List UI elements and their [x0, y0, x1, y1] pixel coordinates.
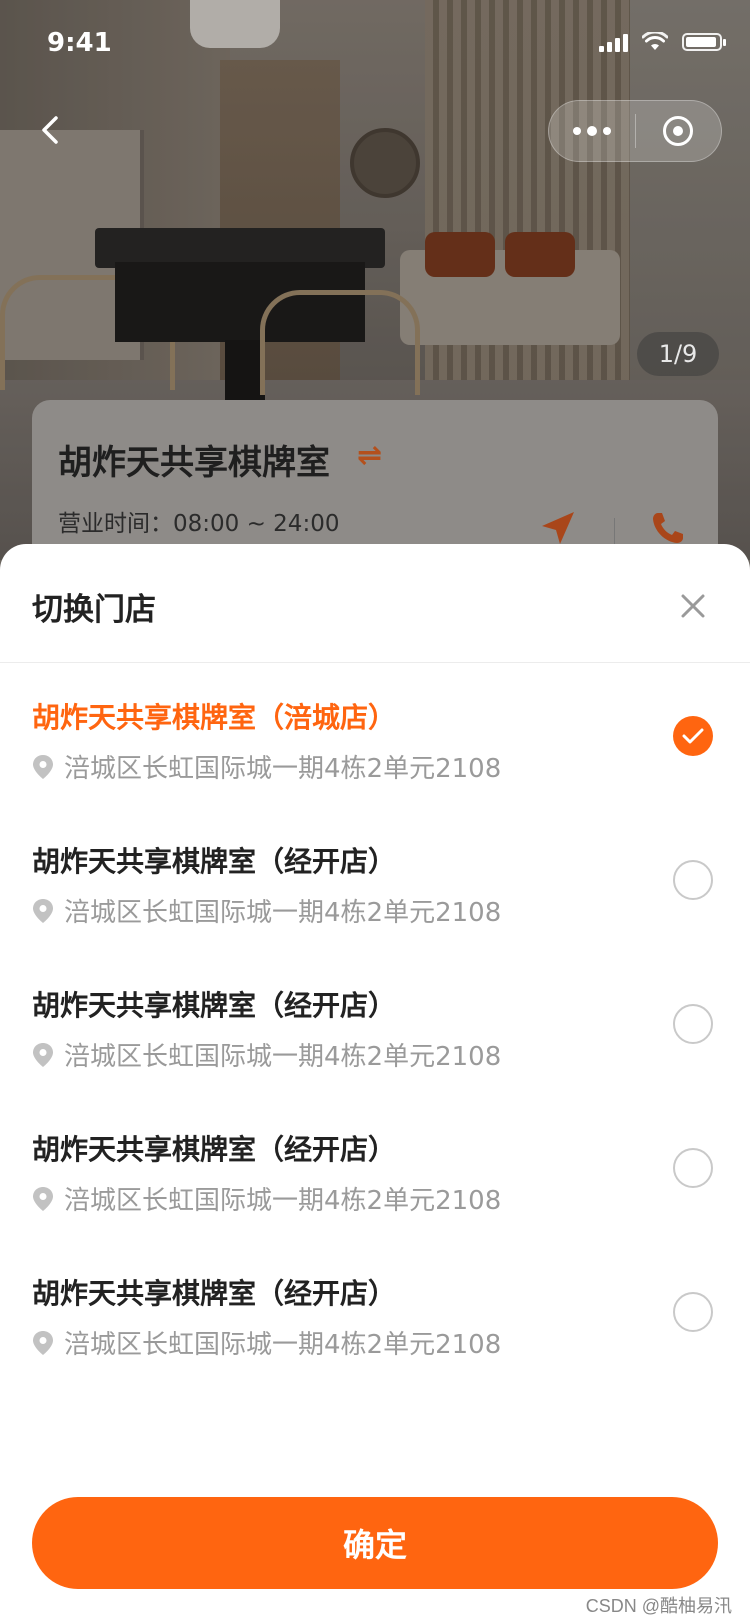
back-icon [42, 116, 58, 144]
location-pin-icon [33, 1042, 53, 1067]
business-hours: 营业时间：08:00 ~ 24:00 [58, 511, 340, 537]
store-option-address: 涪城区长虹国际城一期4栋2单元2108 [32, 748, 501, 785]
store-list: 胡炸天共享棋牌室（涪城店） 涪城区长虹国际城一期4栋2单元2108 胡炸天共享棋… [0, 664, 750, 1384]
location-pin-icon [33, 898, 53, 923]
store-option-name: 胡炸天共享棋牌室（经开店） [32, 845, 397, 878]
store-option-address: 涪城区长虹国际城一期4栋2单元2108 [32, 1036, 501, 1073]
store-name: 胡炸天共享棋牌室 [58, 443, 330, 483]
status-time: 9:41 [47, 28, 112, 58]
location-pin-icon [33, 1330, 53, 1355]
close-button[interactable] [675, 588, 711, 624]
image-counter: 1/9 [637, 332, 719, 376]
watermark: CSDN @酷柚易汛 [585, 1596, 732, 1616]
close-icon [681, 594, 705, 618]
radio-unselected[interactable] [673, 1148, 713, 1188]
swap-icon[interactable]: ⇌ [357, 438, 382, 473]
radio-unselected[interactable] [673, 1292, 713, 1332]
more-dots-icon [572, 125, 611, 136]
confirm-button[interactable]: 确定 [32, 1497, 718, 1589]
mini-program-capsule [548, 100, 722, 162]
store-option[interactable]: 胡炸天共享棋牌室（经开店） 涪城区长虹国际城一期4栋2单元2108 [0, 952, 750, 1096]
more-button[interactable] [549, 101, 635, 161]
status-icons [599, 32, 726, 52]
close-miniprogram-button[interactable] [636, 101, 722, 161]
signal-icon [599, 32, 628, 52]
store-option[interactable]: 胡炸天共享棋牌室（经开店） 涪城区长虹国际城一期4栋2单元2108 [0, 808, 750, 952]
store-option-name: 胡炸天共享棋牌室（经开店） [32, 989, 397, 1022]
divider [0, 662, 750, 663]
store-option-address: 涪城区长虹国际城一期4栋2单元2108 [32, 1180, 501, 1217]
sheet-title: 切换门店 [32, 592, 156, 628]
switch-store-sheet: 切换门店 胡炸天共享棋牌室（涪城店） 涪城区长虹国际城一期4栋2单元2108 胡… [0, 544, 750, 1624]
target-icon [663, 116, 694, 146]
check-icon [682, 728, 704, 744]
store-option-name: 胡炸天共享棋牌室（涪城店） [32, 701, 397, 734]
store-option-name: 胡炸天共享棋牌室（经开店） [32, 1277, 397, 1310]
location-pin-icon [33, 1186, 53, 1211]
radio-selected[interactable] [673, 716, 713, 756]
store-option-name: 胡炸天共享棋牌室（经开店） [32, 1133, 397, 1166]
location-pin-icon [33, 754, 53, 779]
radio-unselected[interactable] [673, 860, 713, 900]
radio-unselected[interactable] [673, 1004, 713, 1044]
store-option-address: 涪城区长虹国际城一期4栋2单元2108 [32, 1324, 501, 1361]
back-button[interactable] [30, 110, 70, 150]
wifi-icon [642, 32, 668, 52]
store-option[interactable]: 胡炸天共享棋牌室（经开店） 涪城区长虹国际城一期4栋2单元2108 [0, 1096, 750, 1240]
battery-icon [682, 33, 726, 51]
store-option[interactable]: 胡炸天共享棋牌室（经开店） 涪城区长虹国际城一期4栋2单元2108 [0, 1240, 750, 1384]
store-option-address: 涪城区长虹国际城一期4栋2单元2108 [32, 892, 501, 929]
store-option[interactable]: 胡炸天共享棋牌室（涪城店） 涪城区长虹国际城一期4栋2单元2108 [0, 664, 750, 808]
